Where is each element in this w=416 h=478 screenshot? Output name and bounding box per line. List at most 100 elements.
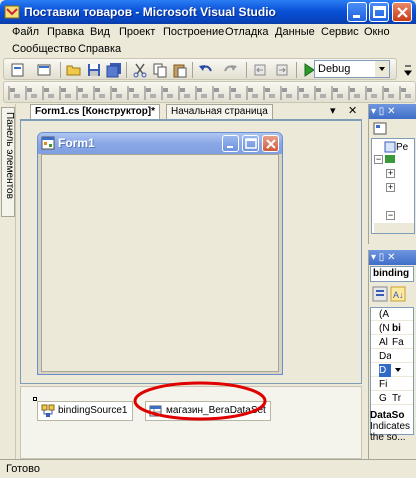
layout-align-icon[interactable] — [263, 86, 275, 100]
property-row-selected[interactable]: D — [371, 364, 413, 377]
properties-view-icon[interactable] — [373, 122, 389, 136]
tab-start-page[interactable]: Начальная страница — [166, 104, 273, 119]
toolbar-separator — [192, 62, 193, 78]
layout-align-icon[interactable] — [59, 86, 71, 100]
form1-maximize-button[interactable] — [242, 135, 259, 152]
property-row[interactable]: G Tr — [371, 392, 413, 405]
layout-align-icon[interactable] — [110, 86, 122, 100]
title-bar: Поставки товаров - Microsoft Visual Stud… — [0, 0, 416, 24]
solution-tree[interactable]: Pe − + + − — [371, 138, 415, 234]
layout-align-icon[interactable] — [42, 86, 54, 100]
panel-controls[interactable]: ▾ ▯ ✕ — [371, 106, 395, 117]
toolbox-strip: Панель элементов — [0, 104, 16, 459]
form1-client-area[interactable] — [41, 154, 279, 372]
save-all-icon[interactable] — [106, 62, 122, 78]
toolbar-separator — [296, 62, 297, 78]
close-icon — [397, 7, 408, 18]
property-description-title: DataSo — [370, 410, 405, 421]
layout-align-icon[interactable] — [229, 86, 241, 100]
chevron-down-icon[interactable] — [392, 364, 406, 376]
layout-align-icon[interactable] — [212, 86, 224, 100]
open-folder-icon[interactable] — [66, 62, 82, 78]
horizontal-scrollbar[interactable] — [374, 223, 414, 233]
menu-project[interactable]: Проект — [119, 24, 155, 41]
property-row[interactable]: Al Fa — [371, 336, 413, 349]
layout-toolbar-icons[interactable] — [8, 85, 412, 101]
menu-view[interactable]: Вид — [90, 24, 110, 41]
layout-align-icon[interactable] — [195, 86, 207, 100]
visual-studio-icon — [4, 5, 20, 19]
panel-controls[interactable]: ▾ ▯ ✕ — [371, 252, 395, 263]
tray-item-bindingsource[interactable]: bindingSource1 — [37, 401, 133, 421]
categorized-sort-icon[interactable]: A↓ — [372, 286, 412, 302]
expander-icon[interactable]: − — [386, 211, 395, 220]
properties-object-select[interactable]: binding — [370, 266, 414, 282]
copy-icon[interactable] — [152, 62, 168, 78]
form1-close-button[interactable] — [262, 135, 279, 152]
form1-title: Form1 — [58, 136, 95, 150]
layout-align-icon[interactable] — [8, 86, 20, 100]
configuration-value: Debug — [318, 63, 351, 75]
close-document-icon[interactable]: ✕ — [348, 105, 357, 117]
new-project-icon[interactable] — [10, 62, 26, 78]
navigate-backward-icon[interactable] — [252, 62, 268, 78]
layout-align-icon[interactable] — [76, 86, 88, 100]
layout-align-icon[interactable] — [25, 86, 37, 100]
highlight-ellipse — [133, 381, 267, 421]
toolbar-overflow-icon[interactable] — [404, 63, 412, 77]
undo-icon[interactable] — [198, 62, 214, 78]
tree-node-project[interactable]: Pe — [396, 142, 408, 153]
chevron-down-icon — [379, 67, 385, 71]
navigate-forward-icon[interactable] — [274, 62, 290, 78]
layout-align-icon[interactable] — [161, 86, 173, 100]
menu-help[interactable]: Справка — [78, 41, 121, 58]
binding-source-icon — [41, 404, 55, 417]
menu-tools[interactable]: Сервис — [321, 24, 359, 41]
menu-file[interactable]: Файл — [12, 24, 39, 41]
minimize-button[interactable] — [347, 2, 367, 22]
layout-align-icon[interactable] — [365, 86, 377, 100]
layout-align-icon[interactable] — [280, 86, 292, 100]
layout-align-icon[interactable] — [127, 86, 139, 100]
tab-form1-designer[interactable]: Form1.cs [Конструктор]* — [30, 104, 161, 119]
menu-window[interactable]: Окно — [364, 24, 390, 41]
layout-align-icon[interactable] — [93, 86, 105, 100]
project-node-icon — [385, 155, 395, 163]
layout-align-icon[interactable] — [246, 86, 258, 100]
form1-window[interactable]: Form1 — [37, 132, 283, 375]
expander-icon[interactable]: + — [386, 169, 395, 178]
property-row[interactable]: Da — [371, 350, 413, 363]
maximize-button[interactable] — [369, 2, 389, 22]
menu-data[interactable]: Данные — [275, 24, 315, 41]
close-button[interactable] — [392, 2, 412, 22]
expander-icon[interactable]: − — [374, 155, 383, 164]
layout-align-icon[interactable] — [382, 86, 394, 100]
cut-icon[interactable] — [132, 62, 148, 78]
property-row[interactable]: Fi — [371, 378, 413, 391]
layout-align-icon[interactable] — [314, 86, 326, 100]
form1-minimize-button[interactable] — [222, 135, 239, 152]
expander-icon[interactable]: + — [386, 183, 395, 192]
paste-icon[interactable] — [172, 62, 188, 78]
layout-align-icon[interactable] — [144, 86, 156, 100]
redo-icon[interactable] — [222, 62, 238, 78]
menu-edit[interactable]: Правка — [47, 24, 84, 41]
layout-align-icon[interactable] — [331, 86, 343, 100]
menu-build[interactable]: Построение — [163, 24, 224, 41]
project-icon — [384, 141, 396, 153]
toolbox-tab[interactable]: Панель элементов — [1, 107, 15, 217]
property-row[interactable]: (N bi — [371, 322, 413, 335]
menu-debug[interactable]: Отладка — [225, 24, 268, 41]
minimize-icon — [353, 15, 360, 18]
property-row[interactable]: (A — [371, 308, 413, 321]
dropdown-button[interactable] — [375, 61, 389, 77]
layout-align-icon[interactable] — [297, 86, 309, 100]
save-icon[interactable] — [86, 62, 102, 78]
solution-configuration-select[interactable]: Debug — [314, 60, 390, 78]
layout-align-icon[interactable] — [178, 86, 190, 100]
tab-list-icon[interactable]: ▾ — [330, 105, 336, 117]
layout-align-icon[interactable] — [348, 86, 360, 100]
layout-align-icon[interactable] — [399, 86, 411, 100]
add-item-icon[interactable] — [36, 62, 52, 78]
menu-community[interactable]: Сообщество — [12, 41, 76, 58]
